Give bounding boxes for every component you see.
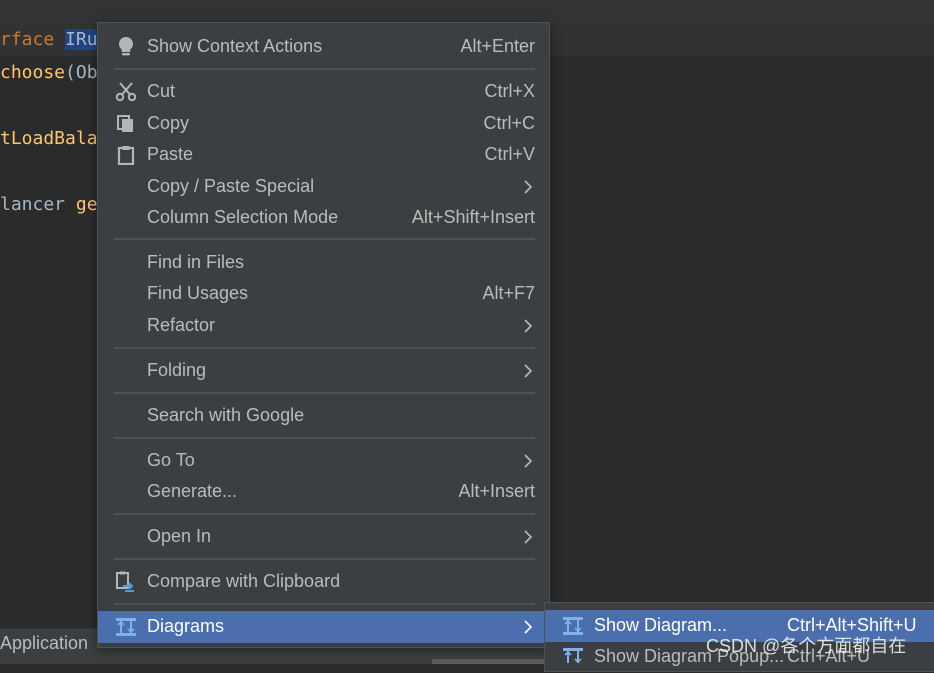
run-config-label[interactable]: Application <box>0 633 88 654</box>
menu-item-show-context-actions[interactable]: Show Context Actions Alt+Enter <box>98 31 549 63</box>
menu-item-label: Show Context Actions <box>147 36 323 56</box>
menu-item-shortcut: Ctrl+V <box>484 144 535 164</box>
menu-item-generate[interactable]: Generate... Alt+Insert <box>98 476 549 508</box>
editor-top-strip <box>0 0 934 22</box>
menu-item-shortcut: Alt+Insert <box>458 481 535 501</box>
menu-separator <box>114 392 535 394</box>
menu-item-search-with-google[interactable]: Search with Google <box>98 400 549 432</box>
chevron-right-icon <box>521 363 535 379</box>
clipboard-icon <box>114 143 138 167</box>
menu-separator <box>114 238 535 240</box>
code-type: lancer <box>0 194 66 215</box>
menu-item-label: Search with Google <box>147 405 305 425</box>
diagram-icon <box>114 615 138 639</box>
menu-item-shortcut: Alt+Enter <box>460 36 535 56</box>
scissors-icon <box>114 80 138 104</box>
menu-item-label: Cut <box>147 81 176 101</box>
menu-item-label: Paste <box>147 144 194 164</box>
menu-separator <box>114 603 535 605</box>
code-line-3: tLoadBala <box>0 128 98 150</box>
menu-item-column-selection-mode[interactable]: Column Selection Mode Alt+Shift+Insert <box>98 202 549 234</box>
menu-item-folding[interactable]: Folding <box>98 355 549 387</box>
chevron-right-icon <box>521 318 535 334</box>
chevron-right-icon <box>521 179 535 195</box>
copy-icon <box>114 112 138 136</box>
menu-item-shortcut: Alt+Shift+Insert <box>411 207 535 227</box>
diagram-popup-icon <box>561 645 585 669</box>
menu-item-label: Find Usages <box>147 283 249 303</box>
code-method: tLoadBala <box>0 128 98 149</box>
code-line-4: lancer ge <box>0 194 98 216</box>
chevron-right-icon <box>521 529 535 545</box>
menu-item-shortcut: Ctrl+X <box>484 81 535 101</box>
menu-item-label: Compare with Clipboard <box>147 571 341 591</box>
menu-item-label: Open In <box>147 526 212 546</box>
code-line-2: choose(Ob <box>0 62 98 84</box>
menu-item-label: Go To <box>147 450 195 470</box>
menu-item-find-in-files[interactable]: Find in Files <box>98 247 549 279</box>
menu-item-label: Copy / Paste Special <box>147 176 315 196</box>
menu-item-label: Generate... <box>147 481 238 501</box>
menu-separator <box>114 437 535 439</box>
menu-item-copy-paste-special[interactable]: Copy / Paste Special <box>98 171 549 203</box>
chevron-right-icon <box>521 619 535 635</box>
code-method: choose <box>0 62 66 83</box>
menu-item-diagrams[interactable]: Diagrams <box>98 611 549 643</box>
menu-separator <box>114 558 535 560</box>
menu-separator <box>114 513 535 515</box>
menu-item-shortcut: Ctrl+C <box>483 113 535 133</box>
chevron-right-icon <box>521 453 535 469</box>
menu-item-open-in[interactable]: Open In <box>98 521 549 553</box>
code-keyword: rface <box>0 29 55 50</box>
menu-item-cut[interactable]: Cut Ctrl+X <box>98 76 549 108</box>
menu-item-shortcut: Alt+F7 <box>482 283 535 303</box>
menu-item-compare-with-clipboard[interactable]: Compare with Clipboard <box>98 566 549 598</box>
menu-separator <box>114 68 535 70</box>
menu-item-copy[interactable]: Copy Ctrl+C <box>98 108 549 140</box>
menu-item-go-to[interactable]: Go To <box>98 445 549 477</box>
menu-item-paste[interactable]: Paste Ctrl+V <box>98 139 549 171</box>
lightbulb-icon <box>114 35 138 59</box>
code-line-1: rface IRu <box>0 29 98 51</box>
compare-icon <box>114 570 138 594</box>
menu-item-label: Column Selection Mode <box>147 207 339 227</box>
menu-item-label: Refactor <box>147 315 216 335</box>
horizontal-scrollbar[interactable] <box>432 659 552 664</box>
code-method: ge <box>75 194 98 215</box>
selected-identifier: IRu <box>65 29 98 50</box>
menu-item-label: Find in Files <box>147 252 245 272</box>
code-text: (Ob <box>65 62 98 83</box>
menu-item-find-usages[interactable]: Find Usages Alt+F7 <box>98 278 549 310</box>
menu-item-refactor[interactable]: Refactor <box>98 310 549 342</box>
diagram-icon <box>561 614 585 638</box>
menu-item-label: Diagrams <box>147 616 225 636</box>
editor-context-menu: Show Context Actions Alt+Enter Cut Ctrl+… <box>97 22 550 648</box>
watermark: CSDN @各个方面都自在 <box>706 636 907 656</box>
menu-item-label: Copy <box>147 113 190 133</box>
menu-item-label: Folding <box>147 360 207 380</box>
menu-separator <box>114 347 535 349</box>
